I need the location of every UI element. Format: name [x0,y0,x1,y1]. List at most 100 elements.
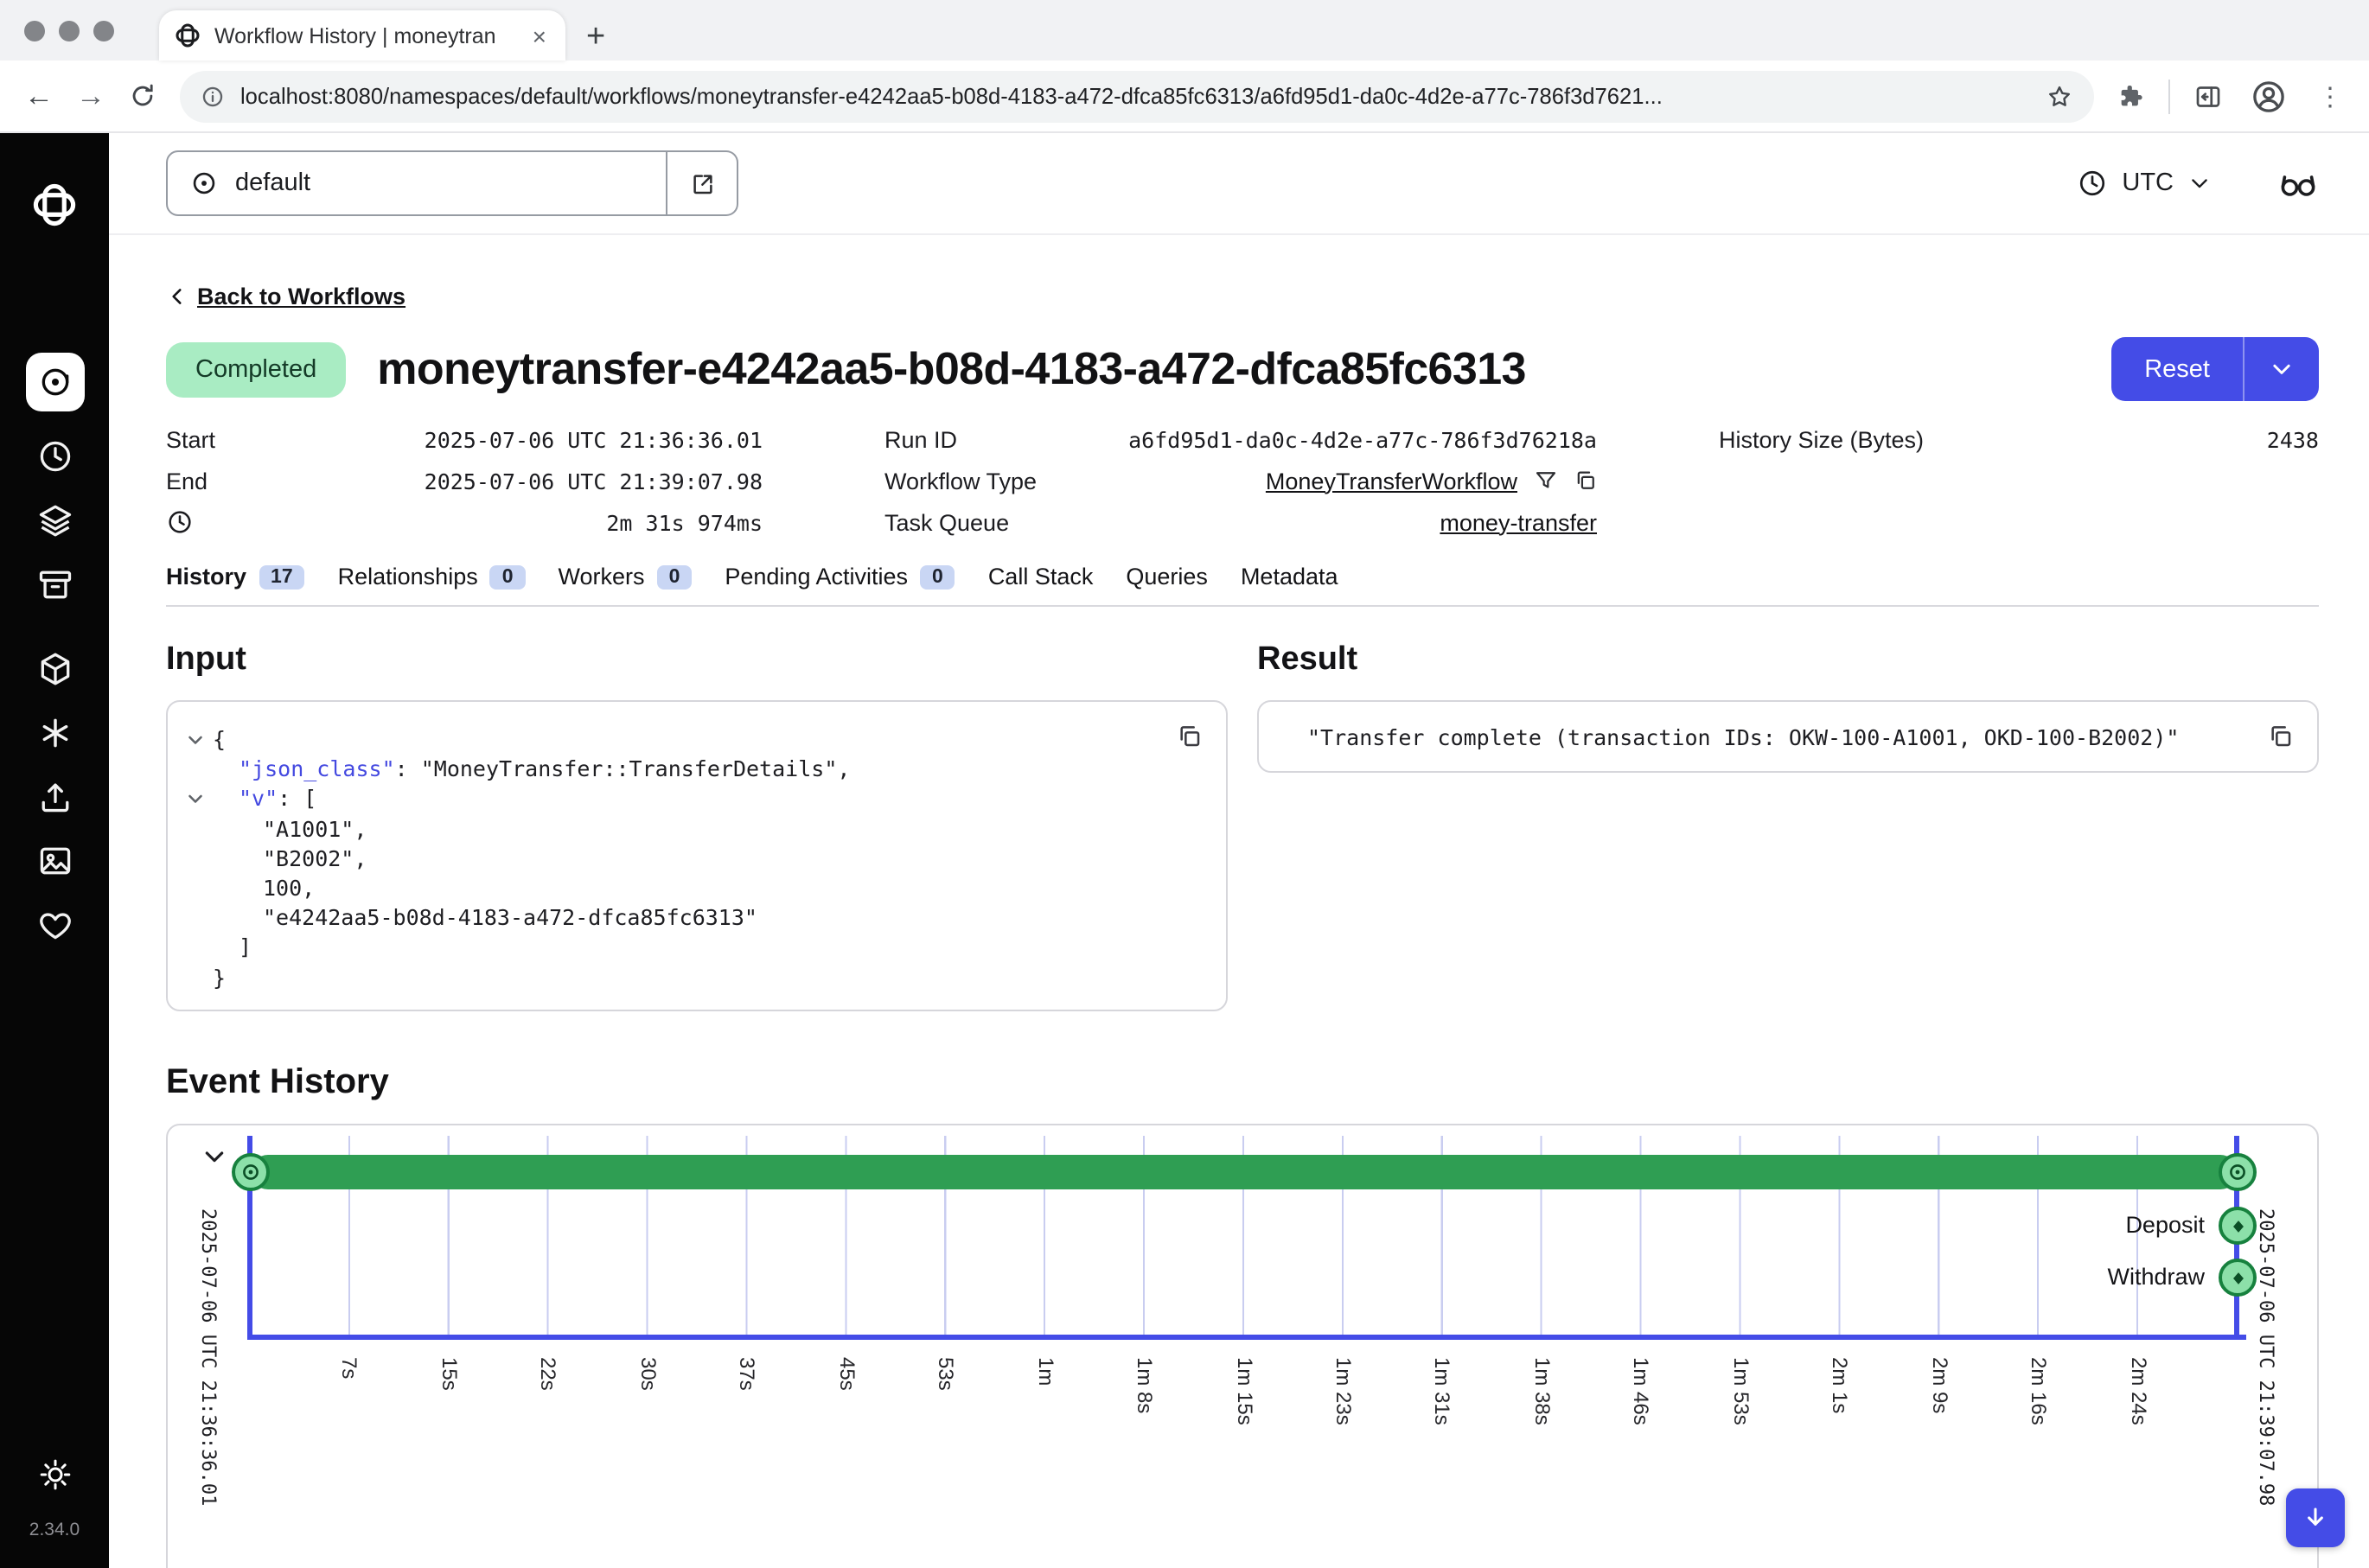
temporal-favicon-icon [175,22,201,48]
timezone-label: UTC [2122,169,2174,197]
detail-history-size: History Size (Bytes) 2438 [1719,418,2319,460]
task-queue-link[interactable]: money-transfer [1440,509,1597,535]
temporal-app: 2.34.0 default UTC [0,133,2369,1568]
heart-icon [35,906,73,944]
external-link-icon [689,170,715,196]
timeline-collapse-toggle[interactable] [201,1143,228,1170]
glasses-icon [2277,163,2319,204]
tab-queries[interactable]: Queries [1126,564,1208,590]
timezone-selector[interactable]: UTC [2077,168,2212,199]
workflow-execution-bar[interactable] [251,1155,2238,1189]
detail-end: End 2025-07-06 UTC 21:39:07.98 [166,460,763,501]
reload-button[interactable] [128,81,157,111]
run-id-value: a6fd95d1-da0c-4d2e-a77c-786f3d76218a [1128,426,1597,452]
arrow-down-icon [2302,1504,2329,1532]
sidebar-item-labs[interactable] [35,842,73,880]
result-title: Result [1257,641,2319,679]
timeline-tick: 1m 46s [1629,1357,1653,1425]
back-link-label[interactable]: Back to Workflows [197,284,405,309]
copy-icon[interactable] [1573,468,1597,493]
tab-relationships[interactable]: Relationships 0 [338,564,526,590]
activity-withdraw-node[interactable] [2219,1259,2257,1297]
tab-pending-activities[interactable]: Pending Activities 0 [725,564,955,590]
event-history-title: Event History [166,1063,2319,1103]
workflow-started-node[interactable] [232,1153,270,1191]
sidebar-item-namespaces[interactable] [35,714,73,752]
main-area: default UTC [109,133,2369,1568]
json-line: } [168,962,1226,991]
tab-metadata[interactable]: Metadata [1241,564,1338,590]
json-collapse-root-toggle[interactable] [185,730,206,750]
json-line: "e4242aa5-b08d-4183-a472-dfca85fc6313" [168,902,1226,932]
back-to-workflows-link[interactable]: Back to Workflows [166,284,405,309]
history-size-label: History Size (Bytes) [1719,426,1924,452]
layers-icon [35,501,73,539]
tab-call-stack[interactable]: Call Stack [988,564,1094,590]
tab-call-stack-label: Call Stack [988,564,1094,590]
url-bar[interactable]: localhost:8080/namespaces/default/workfl… [180,70,2094,122]
image-icon [35,842,73,880]
window-close-button[interactable] [24,20,45,41]
detail-task-queue: Task Queue money-transfer [884,501,1597,543]
theme-toggle-sun-icon[interactable] [37,1457,72,1492]
workflow-page: Back to Workflows Completed moneytransfe… [109,235,2369,1568]
tab-workers[interactable]: Workers 0 [559,564,693,590]
copy-result-button[interactable] [2267,723,2295,750]
app-header: default UTC [109,133,2369,235]
screen: Workflow History | moneytran × + ← → loc… [0,0,2369,1568]
workflow-completed-node[interactable] [2219,1153,2257,1191]
tab-workers-badge: 0 [657,564,693,589]
workflow-icon [2227,1162,2248,1182]
sidebar-nav-primary [25,353,84,603]
filter-funnel-icon[interactable] [1533,468,1557,493]
sidebar-item-schedules[interactable] [35,437,73,475]
sidebar-item-import[interactable] [35,778,73,816]
site-info-icon[interactable] [201,84,225,108]
json-line: { [168,724,1226,754]
tab-history-label: History [166,564,246,590]
copy-input-button[interactable] [1176,723,1204,750]
namespace-open-button[interactable] [667,150,738,216]
tab-history[interactable]: History 17 [166,564,305,590]
activity-deposit-node[interactable] [2219,1207,2257,1245]
workflow-type-label: Workflow Type [884,468,1037,494]
sidebar-item-feedback[interactable] [35,906,73,944]
sidebar-item-deployments[interactable] [35,650,73,688]
duration-clock-icon [166,508,194,536]
browser-menu-icon[interactable]: ⋮ [2312,80,2348,112]
reset-menu-button[interactable] [2243,337,2319,401]
sidebar-item-workflows[interactable] [25,353,84,411]
tab-relationships-badge: 0 [490,564,526,589]
timeline-tick: 1m 15s [1233,1357,1257,1425]
end-value: 2025-07-06 UTC 21:39:07.98 [425,468,763,494]
activity-icon [2228,1216,2247,1235]
new-tab-button[interactable]: + [586,21,605,54]
lane-label-withdraw: Withdraw [1997,1262,2205,1293]
profile-avatar-icon[interactable] [2246,74,2289,118]
side-panel-icon[interactable] [2193,80,2224,112]
copy-icon [2267,723,2295,750]
start-label: Start [166,426,215,452]
scroll-to-bottom-button[interactable] [2286,1488,2345,1547]
codec-glasses-button[interactable] [2277,163,2319,204]
window-zoom-button[interactable] [93,20,114,41]
browser-tab[interactable]: Workflow History | moneytran × [159,10,565,61]
history-size-value: 2438 [2267,426,2319,452]
back-button[interactable]: ← [24,81,54,111]
app-version: 2.34.0 [29,1520,80,1540]
detail-start: Start 2025-07-06 UTC 21:36:36.01 [166,418,763,460]
extensions-puzzle-icon[interactable] [2117,81,2146,111]
tab-title: Workflow History | moneytran [214,23,515,48]
asterisk-icon [35,714,73,752]
forward-button[interactable]: → [76,81,105,111]
bookmark-star-icon[interactable] [2046,82,2073,110]
sidebar-item-archive[interactable] [35,565,73,603]
namespace-selector[interactable]: default [166,150,667,216]
workflow-type-link[interactable]: MoneyTransferWorkflow [1266,468,1517,494]
window-minimize-button[interactable] [59,20,80,41]
json-collapse-array-toggle[interactable] [185,788,206,809]
sidebar-item-batch[interactable] [35,501,73,539]
reset-button[interactable]: Reset [2111,337,2243,401]
tab-close-icon[interactable]: × [529,22,550,49]
clock-icon [35,437,73,475]
